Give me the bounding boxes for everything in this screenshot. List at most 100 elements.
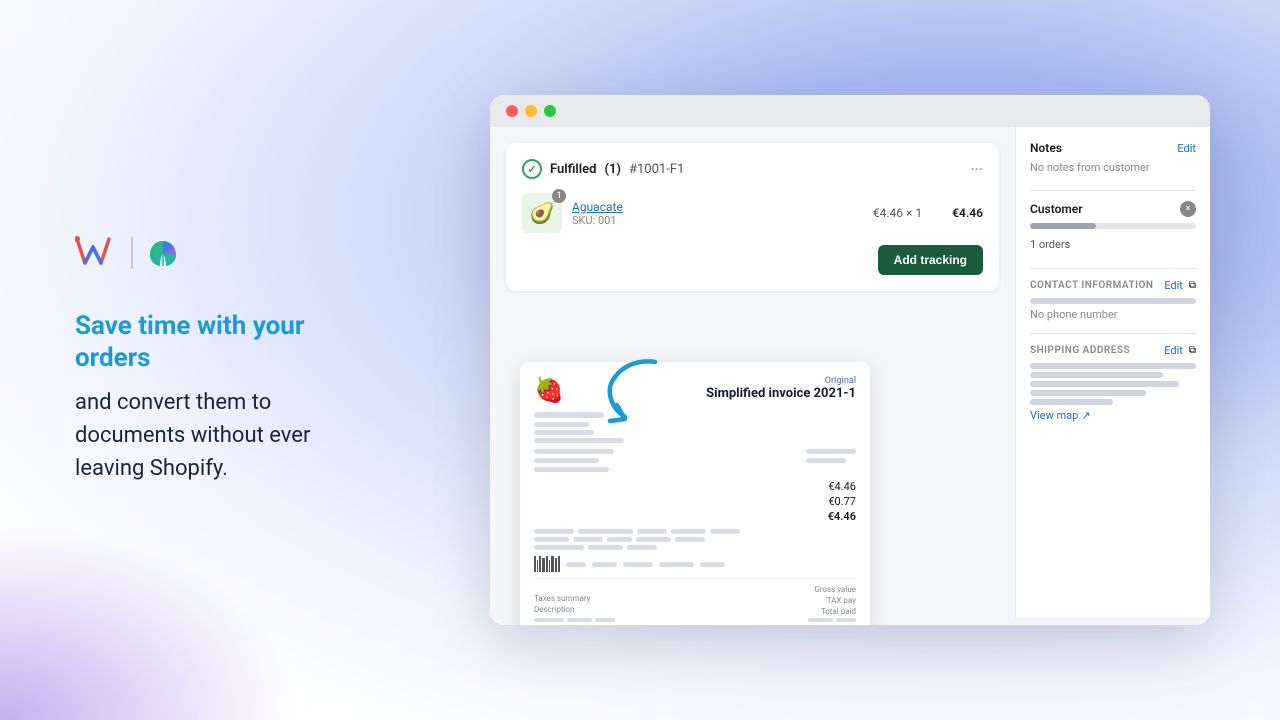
view-map-link[interactable]: View map ↗ bbox=[1030, 409, 1196, 422]
w-logo-svg bbox=[75, 235, 119, 271]
notes-section-header: Notes Edit bbox=[1030, 141, 1196, 155]
dot-green bbox=[544, 105, 556, 117]
no-notes-text: No notes from customer bbox=[1030, 161, 1196, 174]
logo-divider bbox=[131, 237, 133, 269]
invoice-footer-right: Gross value TAX pay Total paid bbox=[808, 585, 856, 622]
customer-close-button[interactable]: × bbox=[1180, 201, 1196, 217]
product-row: 🥑 1 Aguacate SKU: 001 €4.46 × 1 €4.46 bbox=[522, 193, 983, 233]
invoice-header-row: 🍓 Original Simplified invoice 2021-1 bbox=[534, 376, 856, 404]
contact-section: CONTACT INFORMATION Edit ⧉ No phone numb… bbox=[1030, 279, 1196, 321]
add-tracking-row: Add tracking bbox=[522, 245, 983, 275]
invoice-amount-1: €4.46 bbox=[534, 480, 856, 493]
invoice-logo: 🍓 bbox=[534, 376, 564, 404]
view-map-text: View map bbox=[1030, 409, 1078, 422]
fulfilled-count: (1) bbox=[604, 162, 621, 177]
browser-window: ✓ Fulfilled (1) #1001-F1 ··· 🥑 bbox=[490, 95, 1210, 625]
browser-titlebar bbox=[490, 95, 1210, 127]
shipping-edit-link[interactable]: Edit bbox=[1164, 344, 1183, 357]
check-mark: ✓ bbox=[527, 163, 536, 176]
add-tracking-button[interactable]: Add tracking bbox=[878, 245, 983, 275]
shipping-header: SHIPPING ADDRESS Edit ⧉ bbox=[1030, 344, 1196, 357]
contact-actions: Edit ⧉ bbox=[1164, 279, 1196, 292]
shipping-actions: Edit ⧉ bbox=[1164, 344, 1196, 357]
shipping-section: SHIPPING ADDRESS Edit ⧉ View map bbox=[1030, 344, 1196, 422]
product-image-wrapper: 🥑 1 bbox=[522, 193, 562, 233]
invoice-table-lines bbox=[534, 529, 856, 550]
order-area: ✓ Fulfilled (1) #1001-F1 ··· 🥑 bbox=[490, 127, 1015, 617]
invoice-document: 🍓 Original Simplified invoice 2021-1 bbox=[520, 362, 870, 625]
invoice-address-lines bbox=[534, 412, 856, 443]
no-phone-text: No phone number bbox=[1030, 308, 1196, 321]
tax-pay-label: TAX pay bbox=[808, 596, 856, 605]
contact-header: CONTACT INFORMATION Edit ⧉ bbox=[1030, 279, 1196, 292]
invoice-barcode bbox=[534, 556, 560, 572]
dot-red bbox=[506, 105, 518, 117]
customer-divider bbox=[1030, 268, 1196, 269]
right-panel: ✓ Fulfilled (1) #1001-F1 ··· 🥑 bbox=[460, 95, 1280, 625]
invoice-footer: Taxes summary Description Gross value bbox=[534, 578, 856, 622]
invoice-right-lines bbox=[806, 449, 856, 472]
product-quantity-badge: 1 bbox=[552, 189, 566, 203]
fulfilled-check-icon: ✓ bbox=[522, 159, 542, 179]
invoice-title: Simplified invoice 2021-1 bbox=[706, 386, 856, 401]
notes-title: Notes bbox=[1030, 141, 1062, 155]
invoice-left-lines bbox=[534, 449, 614, 472]
invoice-amounts: €4.46 €0.77 €4.46 bbox=[534, 480, 856, 523]
description-label: Description bbox=[534, 605, 615, 614]
contact-edit-link[interactable]: Edit bbox=[1164, 279, 1183, 292]
browser-content: ✓ Fulfilled (1) #1001-F1 ··· 🥑 bbox=[490, 127, 1210, 617]
shipping-copy-icon[interactable]: ⧉ bbox=[1189, 345, 1196, 356]
order-dots-menu[interactable]: ··· bbox=[970, 160, 983, 179]
footer-skel-right bbox=[808, 618, 856, 622]
fulfilled-status: Fulfilled bbox=[550, 162, 596, 177]
dot-yellow bbox=[525, 105, 537, 117]
customer-section: Customer × 1 orders bbox=[1030, 201, 1196, 252]
invoice-footer-left: Taxes summary Description bbox=[534, 594, 615, 622]
product-sku: SKU: 001 bbox=[572, 214, 863, 227]
leaf-logo bbox=[145, 235, 181, 271]
external-link-icon: ↗ bbox=[1081, 409, 1090, 422]
total-paid-label: Total paid bbox=[808, 607, 856, 616]
invoice-amount-3: €4.46 bbox=[534, 510, 856, 523]
product-name[interactable]: Aguacate bbox=[572, 200, 863, 214]
shipping-title: SHIPPING ADDRESS bbox=[1030, 345, 1130, 356]
customer-title: Customer bbox=[1030, 202, 1083, 216]
invoice-original-label: Original bbox=[706, 376, 856, 386]
logo-row bbox=[75, 235, 385, 271]
leaf-logo-svg bbox=[145, 235, 181, 271]
invoice-barcode-row bbox=[534, 556, 856, 572]
contact-divider bbox=[1030, 333, 1196, 334]
customer-orders-count: 1 orders bbox=[1030, 238, 1070, 251]
fulfilled-left: ✓ Fulfilled (1) #1001-F1 bbox=[522, 159, 684, 179]
notes-divider bbox=[1030, 190, 1196, 191]
footer-skel-left bbox=[534, 618, 615, 622]
w-logo bbox=[75, 235, 119, 271]
taxes-summary-label: Taxes summary bbox=[534, 594, 615, 603]
arrow-overlay bbox=[590, 347, 675, 436]
product-total: €4.46 bbox=[952, 206, 983, 220]
fulfilled-card: ✓ Fulfilled (1) #1001-F1 ··· 🥑 bbox=[506, 143, 999, 291]
left-panel: Save time with your orders and convert t… bbox=[0, 235, 460, 484]
sidebar-panel: Notes Edit No notes from customer Custom… bbox=[1015, 127, 1210, 617]
order-id: #1001-F1 bbox=[629, 162, 684, 177]
invoice-middle bbox=[534, 449, 856, 472]
invoice-table-row-3 bbox=[534, 545, 856, 550]
customer-progress-fill bbox=[1030, 223, 1096, 229]
contact-copy-icon[interactable]: ⧉ bbox=[1189, 280, 1196, 291]
page-content: Save time with your orders and convert t… bbox=[0, 0, 1280, 720]
customer-progress-bar bbox=[1030, 223, 1196, 229]
fulfilled-header: ✓ Fulfilled (1) #1001-F1 ··· bbox=[522, 159, 983, 179]
notes-edit-link[interactable]: Edit bbox=[1177, 142, 1196, 155]
gross-value-label: Gross value bbox=[808, 585, 856, 594]
product-price: €4.46 × 1 bbox=[873, 206, 922, 220]
invoice-amount-2: €0.77 bbox=[534, 495, 856, 508]
arrow-icon bbox=[590, 347, 675, 432]
subtext: and convert them to documents without ev… bbox=[75, 386, 385, 485]
invoice-table-row-1 bbox=[534, 529, 856, 534]
invoice-table-row-2 bbox=[534, 537, 856, 542]
notes-section: Notes Edit No notes from customer bbox=[1030, 141, 1196, 174]
contact-title: CONTACT INFORMATION bbox=[1030, 280, 1154, 291]
product-info: Aguacate SKU: 001 bbox=[572, 200, 863, 227]
headline: Save time with your orders bbox=[75, 311, 385, 373]
invoice-title-area: Original Simplified invoice 2021-1 bbox=[706, 376, 856, 401]
